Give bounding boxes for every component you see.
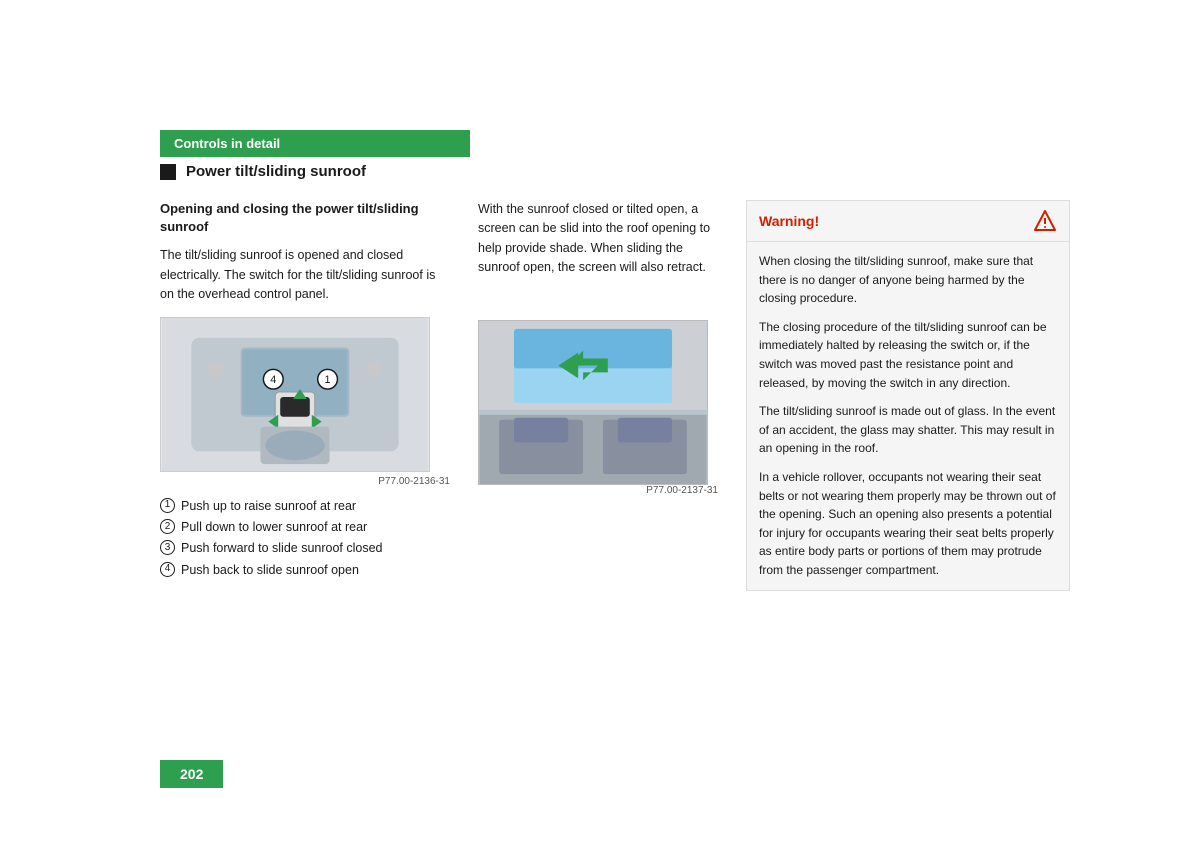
section-title-bar: Power tilt/sliding sunroof — [160, 163, 1040, 180]
warning-para-1: When closing the tilt/sliding sunroof, m… — [759, 252, 1057, 308]
list-item: 2 Pull down to lower sunroof at rear — [160, 518, 450, 537]
list-item: 4 Push back to slide sunroof open — [160, 561, 450, 580]
svg-text:1: 1 — [325, 374, 331, 386]
sunroof-photo-box — [478, 320, 708, 485]
warning-para-2: The closing procedure of the tilt/slidin… — [759, 318, 1057, 392]
section-title: Power tilt/sliding sunroof — [186, 163, 366, 180]
list-number-3: 3 — [160, 540, 175, 555]
controls-banner: Controls in detail — [160, 130, 470, 157]
warning-header: Warning! — [747, 201, 1069, 242]
list-text-4: Push back to slide sunroof open — [181, 561, 359, 580]
list-text-3: Push forward to slide sunroof closed — [181, 539, 383, 558]
page-number-box: 202 — [160, 760, 223, 788]
right-column: Warning! When closing the tilt/sliding s… — [746, 200, 1070, 591]
sunroof-diagram-box: 1 4 3 2 — [160, 317, 430, 472]
warning-triangle-icon — [1033, 209, 1057, 233]
list-item: 3 Push forward to slide sunroof closed — [160, 539, 450, 558]
left-body-text: The tilt/sliding sunroof is opened and c… — [160, 246, 450, 304]
list-number-1: 1 — [160, 498, 175, 513]
black-square-icon — [160, 164, 176, 180]
banner-label: Controls in detail — [174, 136, 280, 151]
list-items: 1 Push up to raise sunroof at rear 2 Pul… — [160, 497, 450, 581]
header-area: Controls in detail Power tilt/sliding su… — [160, 130, 1040, 180]
svg-text:4: 4 — [270, 374, 276, 386]
list-text-1: Push up to raise sunroof at rear — [181, 497, 356, 516]
list-number-2: 2 — [160, 519, 175, 534]
left-column: Opening and closing the power tilt/slidi… — [160, 200, 450, 591]
photo-caption: P77.00-2137-31 — [478, 485, 718, 496]
mid-body-text: With the sunroof closed or tilted open, … — [478, 200, 718, 278]
page-container: Controls in detail Power tilt/sliding su… — [0, 0, 1200, 848]
warning-content: When closing the tilt/sliding sunroof, m… — [747, 242, 1069, 590]
page-number: 202 — [180, 766, 203, 782]
diagram-caption: P77.00-2136-31 — [160, 476, 450, 487]
middle-column: With the sunroof closed or tilted open, … — [478, 200, 718, 591]
warning-box: Warning! When closing the tilt/sliding s… — [746, 200, 1070, 591]
subsection-title: Opening and closing the power tilt/slidi… — [160, 200, 450, 236]
list-number-4: 4 — [160, 562, 175, 577]
warning-para-3: The tilt/sliding sunroof is made out of … — [759, 402, 1057, 458]
content-area: Opening and closing the power tilt/slidi… — [160, 200, 1070, 591]
list-item: 1 Push up to raise sunroof at rear — [160, 497, 450, 516]
warning-title: Warning! — [759, 213, 819, 229]
warning-para-4: In a vehicle rollover, occupants not wea… — [759, 468, 1057, 580]
list-text-2: Pull down to lower sunroof at rear — [181, 518, 367, 537]
